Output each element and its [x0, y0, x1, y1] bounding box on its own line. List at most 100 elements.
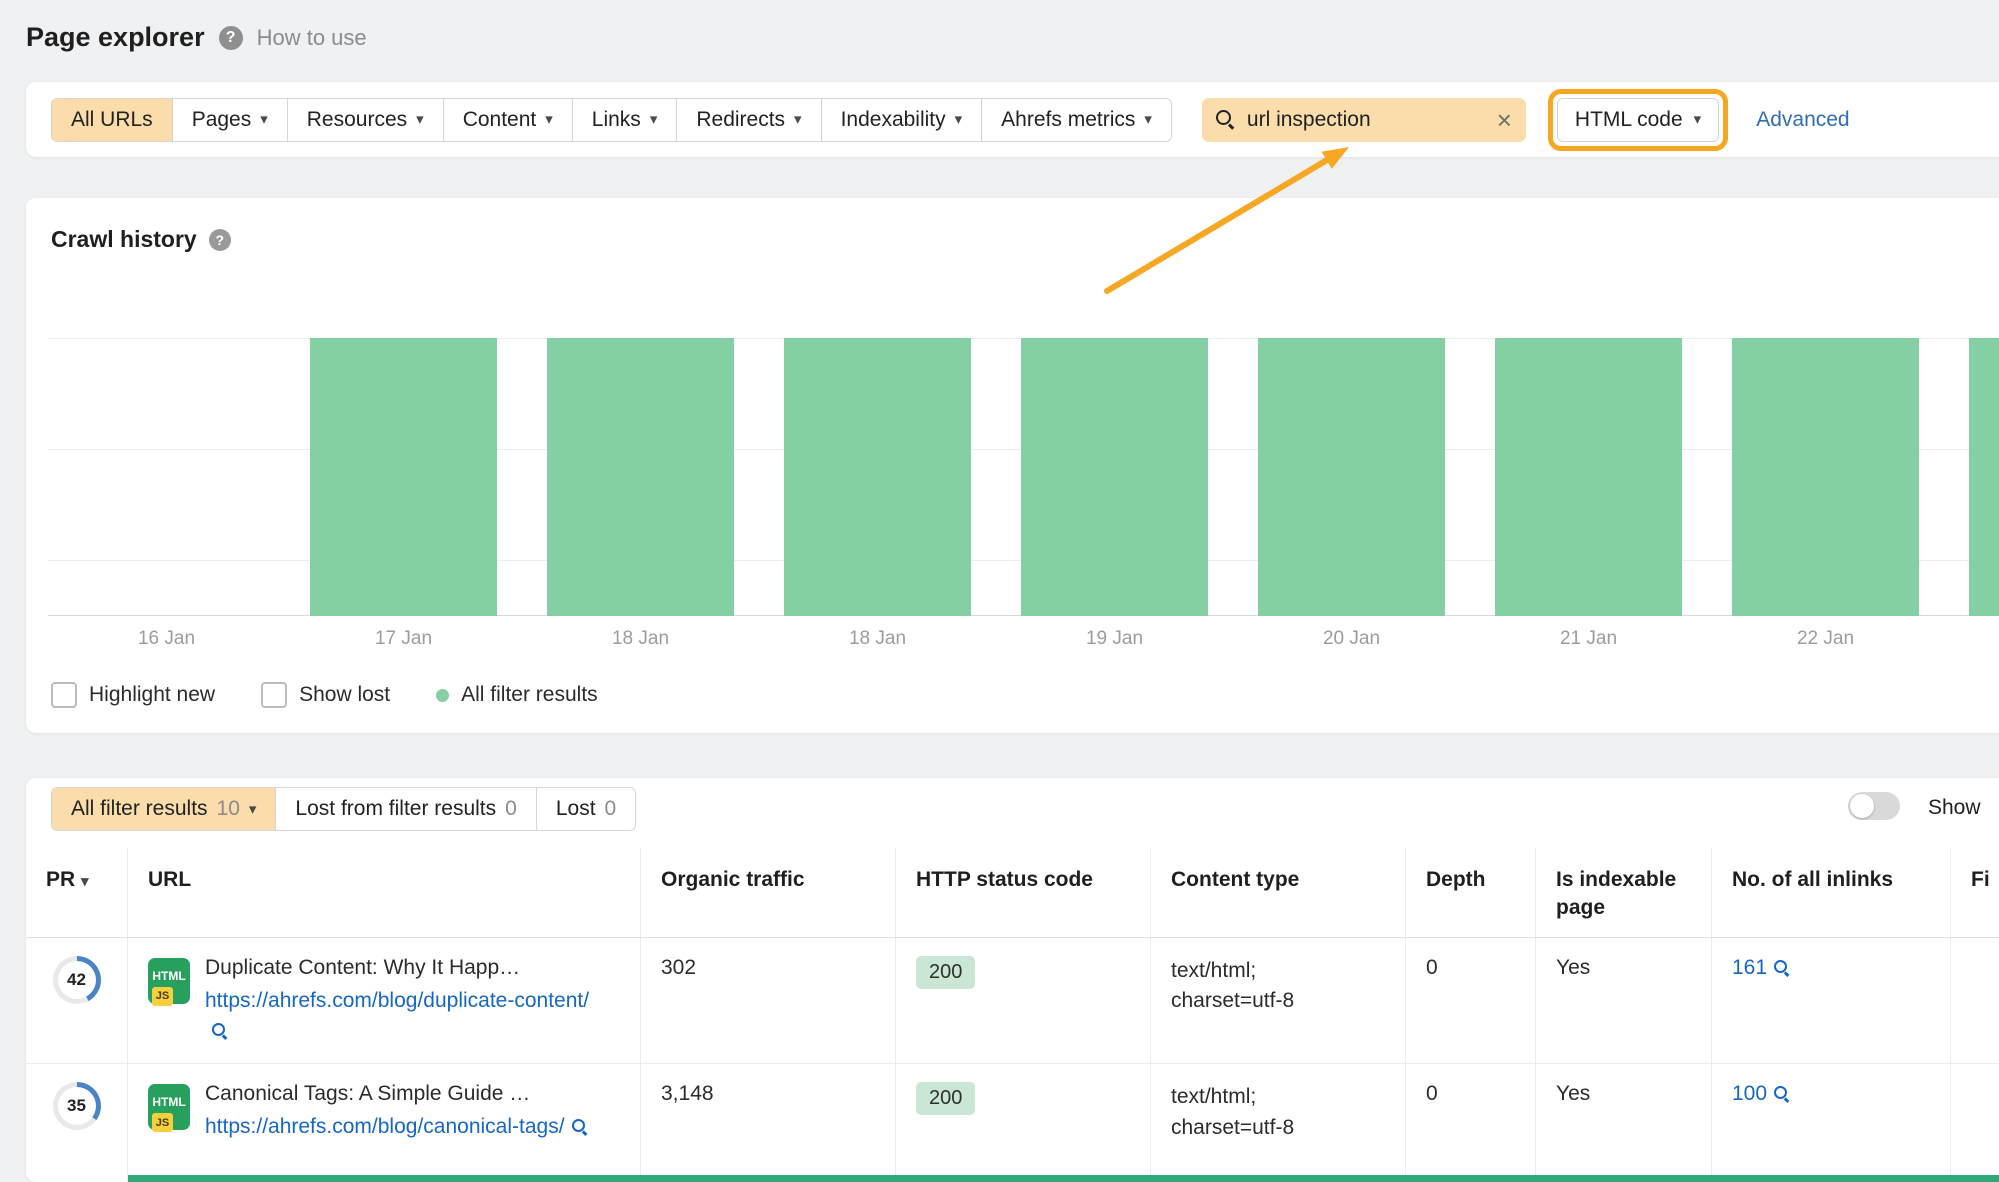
chart-x-label: 21 Jan — [1559, 628, 1618, 649]
url-cell: HTML JS Canonical Tags: A Simple Guide …… — [128, 1064, 641, 1182]
page-title: Page explorer — [26, 22, 205, 52]
tab-count: 0 — [604, 797, 617, 820]
tab-lost[interactable]: Lost 0 — [536, 788, 636, 830]
chevron-down-icon — [1144, 112, 1152, 127]
filter-tab-indexability[interactable]: Indexability — [821, 98, 983, 141]
table-row: 42 HTML JS Duplicate Content: Why It Hap… — [26, 937, 1999, 1065]
page-url-link[interactable]: https://ahrefs.com/blog/canonical-tags/ — [205, 1115, 588, 1138]
chart-column: 22 Jan — [1707, 338, 1944, 649]
chart-x-label: 20 Jan — [1322, 628, 1381, 649]
chart-column: 21 Jan — [1470, 338, 1707, 649]
sort-caret-icon — [81, 873, 89, 890]
html-code-dropdown[interactable]: HTML code — [1556, 97, 1720, 142]
chevron-down-icon — [260, 112, 268, 127]
column-header-organic-traffic[interactable]: Organic traffic — [641, 848, 896, 937]
status-badge: 200 — [916, 1082, 976, 1116]
chart-column — [1944, 338, 1999, 616]
page-rating-badge: 42 — [52, 955, 101, 1004]
tab-label: All filter results — [71, 797, 208, 820]
js-badge: JS — [152, 986, 173, 1006]
search-filter-input[interactable]: url inspection — [1201, 97, 1526, 142]
html-file-icon-label: HTML — [152, 1095, 186, 1110]
column-header-depth[interactable]: Depth — [1406, 848, 1536, 937]
column-header-http-status[interactable]: HTTP status code — [896, 848, 1151, 937]
page-explorer-screen: Page explorer How to use All URLs Pages … — [0, 0, 1999, 1182]
page-title-text: Canonical Tags: A Simple Guide … — [205, 1082, 531, 1106]
help-icon[interactable] — [218, 25, 243, 50]
filter-tab-content[interactable]: Content — [443, 98, 573, 141]
filter-tab-links[interactable]: Links — [572, 98, 678, 141]
tab-all-filter-results[interactable]: All filter results 10 — [52, 788, 277, 830]
html-file-icon: HTML JS — [148, 1084, 190, 1133]
table-row: 35 HTML JS Canonical Tags: A Simple Guid… — [26, 1064, 1999, 1182]
column-header-is-indexable[interactable]: Is indexable page — [1536, 848, 1712, 937]
highlight-new-label: Highlight new — [89, 683, 216, 706]
column-header-content-type[interactable]: Content type — [1151, 848, 1406, 937]
legend-dot — [436, 688, 450, 702]
chart-bar — [1021, 338, 1208, 616]
column-header-inlinks[interactable]: No. of all inlinks — [1712, 848, 1951, 937]
clear-search-icon[interactable] — [1497, 107, 1512, 133]
show-lost-checkbox[interactable] — [261, 682, 288, 708]
filter-tab-pages[interactable]: Pages — [172, 98, 288, 141]
magnifier-icon[interactable] — [1774, 959, 1790, 976]
chart-x-label: 18 Jan — [611, 628, 670, 649]
magnifier-icon[interactable] — [571, 1119, 588, 1135]
first-seen-cell — [1951, 938, 1999, 1064]
chevron-down-icon — [650, 112, 658, 127]
first-seen-cell — [1951, 1064, 1999, 1182]
chart-column: 18 Jan — [522, 338, 759, 649]
column-header-url[interactable]: URL — [128, 848, 641, 937]
tab-count: 0 — [505, 797, 517, 820]
column-header-first-seen[interactable]: Fi — [1951, 848, 1999, 937]
help-icon[interactable] — [208, 228, 231, 251]
filter-tab-all-urls[interactable]: All URLs — [52, 98, 173, 141]
pr-cell: 42 — [26, 937, 128, 1064]
organic-traffic-cell: 302 — [641, 937, 896, 1064]
tab-label: Lost from filter results — [295, 797, 497, 820]
chart-column: 16 Jan — [48, 338, 285, 649]
html-file-icon: HTML JS — [148, 957, 190, 1006]
filter-tab-label: Links — [591, 107, 641, 131]
table-header-row: PR URL Organic traffic HTTP status code … — [26, 848, 1999, 938]
search-value: url inspection — [1246, 107, 1371, 131]
tab-label: Lost — [555, 797, 596, 820]
filter-tab-label: All URLs — [71, 107, 153, 131]
filter-tab-label: Indexability — [840, 107, 946, 131]
filter-tab-label: Resources — [306, 107, 408, 131]
column-header-pr[interactable]: PR — [26, 848, 128, 937]
chart-column: 18 Jan — [759, 338, 996, 649]
chart-bar — [1969, 338, 1999, 616]
magnifier-icon[interactable] — [1774, 1086, 1790, 1102]
inlinks-cell: 161 — [1712, 937, 1951, 1064]
chevron-down-icon — [955, 112, 963, 127]
how-to-use-link[interactable]: How to use — [257, 25, 367, 51]
depth-cell: 0 — [1406, 937, 1536, 1064]
chart-x-label: 18 Jan — [848, 628, 907, 649]
chart-bar — [784, 338, 971, 616]
page-url-link[interactable]: https://ahrefs.com/blog/duplicate-conten… — [205, 989, 589, 1042]
http-status-cell: 200 — [896, 937, 1151, 1064]
content-type-cell: text/html; charset=utf-8 — [1151, 937, 1406, 1064]
filter-tab-ahrefs-metrics[interactable]: Ahrefs metrics — [982, 98, 1171, 141]
filter-tab-resources[interactable]: Resources — [287, 98, 444, 141]
inlinks-cell: 100 — [1712, 1064, 1951, 1182]
page-rating-badge: 35 — [52, 1082, 101, 1131]
filter-tab-label: Ahrefs metrics — [1001, 107, 1136, 131]
show-toggle-label: Show — [1928, 796, 1981, 819]
inlinks-link[interactable]: 161 — [1732, 956, 1790, 979]
status-badge: 200 — [916, 955, 976, 989]
show-changes-toggle[interactable] — [1848, 792, 1900, 820]
advanced-link[interactable]: Advanced — [1756, 108, 1849, 132]
chart-x-label: 16 Jan — [137, 628, 196, 649]
filter-tab-redirects[interactable]: Redirects — [677, 98, 822, 141]
show-lost-label: Show lost — [299, 683, 391, 706]
magnifier-icon[interactable] — [212, 1022, 228, 1039]
filter-tab-label: Content — [462, 107, 537, 131]
crawl-history-card: Crawl history 16 Jan 17 Jan 18 Jan 18 Jan 19… — [26, 198, 1999, 733]
inlinks-link[interactable]: 100 — [1732, 1082, 1790, 1105]
tab-count: 10 — [216, 797, 240, 820]
highlight-new-checkbox[interactable] — [51, 682, 77, 708]
tab-lost-from-filter-results[interactable]: Lost from filter results 0 — [276, 788, 537, 830]
content-type-cell: text/html; charset=utf-8 — [1151, 1064, 1406, 1182]
